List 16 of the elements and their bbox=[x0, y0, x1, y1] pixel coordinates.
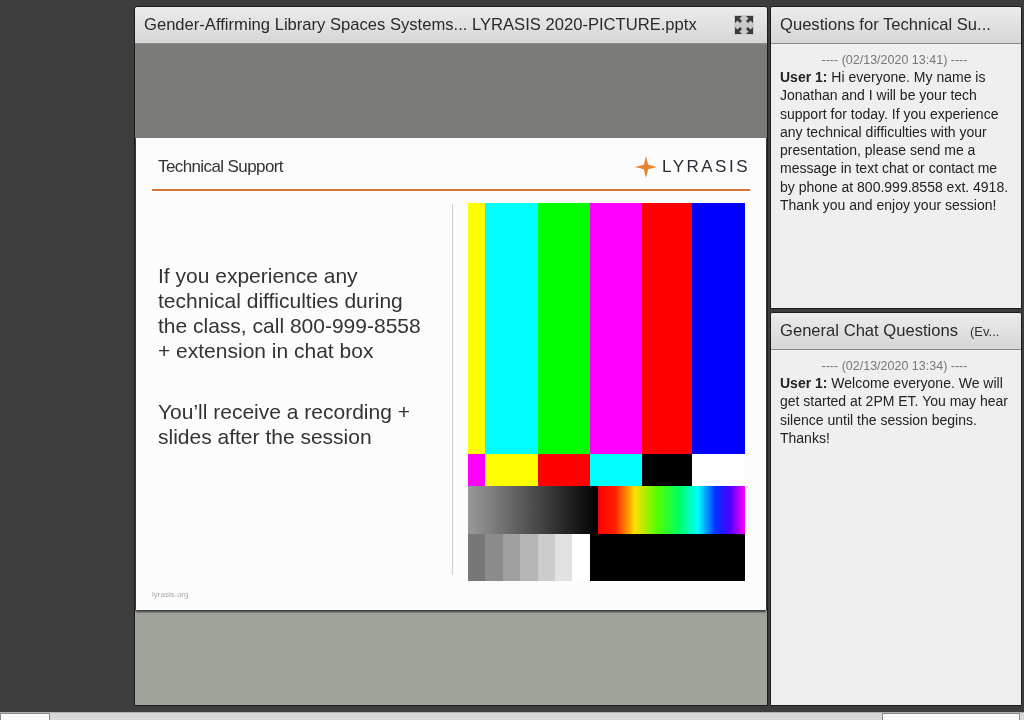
chat-pod-title: Questions for Technical Su... bbox=[780, 15, 991, 35]
chat-message: User 1: Welcome everyone. We will get started at 2PM ET. You may hear silence until the session begins. Thanks! bbox=[780, 374, 1009, 448]
chat-message: User 1: Hi everyone. My name is Jonathan and I will be your tech support for today. If you experience any technical difficulties with your presentation, please send me a message in text chat or contact me by phone at 800.999.8558 ext. 4918. Thank you and enjoy your session! bbox=[780, 68, 1009, 215]
slide-title: Technical Support bbox=[157, 157, 283, 177]
chat-pod-title: General Chat Questions bbox=[780, 321, 959, 341]
presentation-title: Gender-Affirming Library Spaces Systems... LYRASIS 2020-PICTURE.pptx bbox=[144, 15, 698, 35]
toolbar-segment bbox=[0, 713, 50, 720]
slide-footer-text: lyrasis.org bbox=[152, 590, 189, 599]
chat-audience-label: (Ev... bbox=[970, 323, 1000, 339]
star-logo-icon bbox=[634, 156, 657, 178]
logo-wordmark: LYRASIS bbox=[661, 157, 750, 177]
message-timestamp: ---- (02/13/2020 13:34) ---- bbox=[821, 358, 968, 374]
slide-paragraph: You’ll receive a recording + slides after the session bbox=[158, 399, 411, 449]
slide-paragraph: If you experience any technical difficulties during the class, call 800-999-8558 + extension in chat box bbox=[158, 263, 422, 363]
message-timestamp: ---- (02/13/2020 13:41) ---- bbox=[821, 52, 968, 68]
fullscreen-icon[interactable] bbox=[734, 15, 754, 35]
